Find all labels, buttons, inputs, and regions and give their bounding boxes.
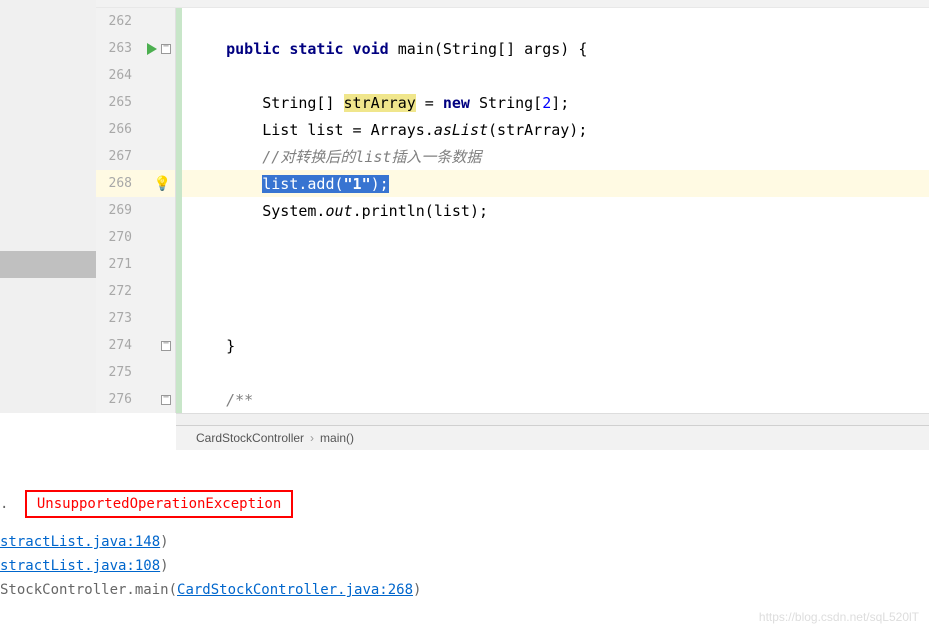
code-indent	[190, 391, 226, 409]
code-text: }	[190, 337, 235, 355]
code-text: =	[416, 94, 443, 112]
code-editor[interactable]: public static void main(String[] args) {…	[182, 8, 929, 413]
line-number: 273	[104, 311, 132, 326]
code-text: List list = Arrays.	[190, 121, 434, 139]
line-number: 272	[104, 284, 132, 299]
line-number: 269	[104, 203, 132, 218]
console-output[interactable]: . UnsupportedOperationException stractLi…	[0, 450, 929, 602]
line-number: 271	[104, 257, 132, 272]
code-keyword: new	[443, 94, 470, 112]
breadcrumb[interactable]: CardStockController › main()	[176, 425, 929, 450]
line-number: 263	[104, 41, 132, 56]
chevron-right-icon: ›	[310, 431, 314, 445]
code-text: System.	[190, 202, 325, 220]
line-number: 268	[104, 176, 132, 191]
code-selection: list.add("1");	[262, 175, 388, 193]
code-static: out	[325, 202, 352, 220]
left-highlight-row	[0, 251, 96, 278]
code-highlight: strArray	[344, 94, 416, 112]
code-text: (strArray);	[488, 121, 587, 139]
code-text: String[]	[190, 94, 344, 112]
line-number: 274	[104, 338, 132, 353]
exception-name: UnsupportedOperationException	[25, 490, 293, 518]
bulb-icon[interactable]: 💡	[154, 176, 171, 192]
line-number: 267	[104, 149, 132, 164]
line-number: 275	[104, 365, 132, 380]
breadcrumb-class[interactable]: CardStockController	[196, 431, 304, 445]
watermark: https://blog.csdn.net/sqL520lT	[759, 610, 919, 624]
stack-trace-text: )	[413, 582, 421, 598]
fold-icon[interactable]	[161, 44, 171, 54]
stack-trace-link[interactable]: stractList.java:148	[0, 534, 160, 550]
left-margin	[0, 0, 96, 413]
line-number: 270	[104, 230, 132, 245]
fold-icon[interactable]	[161, 341, 171, 351]
stack-trace-link[interactable]: CardStockController.java:268	[177, 582, 413, 598]
stack-trace-link[interactable]: stractList.java:108	[0, 558, 160, 574]
horizontal-scrollbar[interactable]	[176, 413, 929, 425]
code-text: ];	[551, 94, 569, 112]
code-keyword: public static void	[190, 40, 389, 58]
run-icon[interactable]	[147, 43, 157, 55]
gutter[interactable]: 262 263 264 265 266 267 268 💡	[96, 8, 176, 413]
editor-top-trim	[96, 0, 929, 8]
line-number: 266	[104, 122, 132, 137]
code-number: 2	[542, 94, 551, 112]
code-text: .println(list);	[353, 202, 488, 220]
line-number: 264	[104, 68, 132, 83]
breadcrumb-method[interactable]: main()	[320, 431, 354, 445]
fold-icon[interactable]	[161, 395, 171, 405]
code-indent	[190, 175, 262, 193]
code-text: String[	[470, 94, 542, 112]
line-number: 276	[104, 392, 132, 407]
line-number: 262	[104, 14, 132, 29]
code-indent	[190, 148, 262, 166]
stack-trace-text: StockController.main(	[0, 582, 177, 598]
code-static: asList	[434, 121, 488, 139]
code-comment: /**	[226, 391, 253, 409]
code-comment: //对转换后的list插入一条数据	[262, 146, 481, 167]
code-text: main(String[] args) {	[389, 40, 588, 58]
line-number: 265	[104, 95, 132, 110]
